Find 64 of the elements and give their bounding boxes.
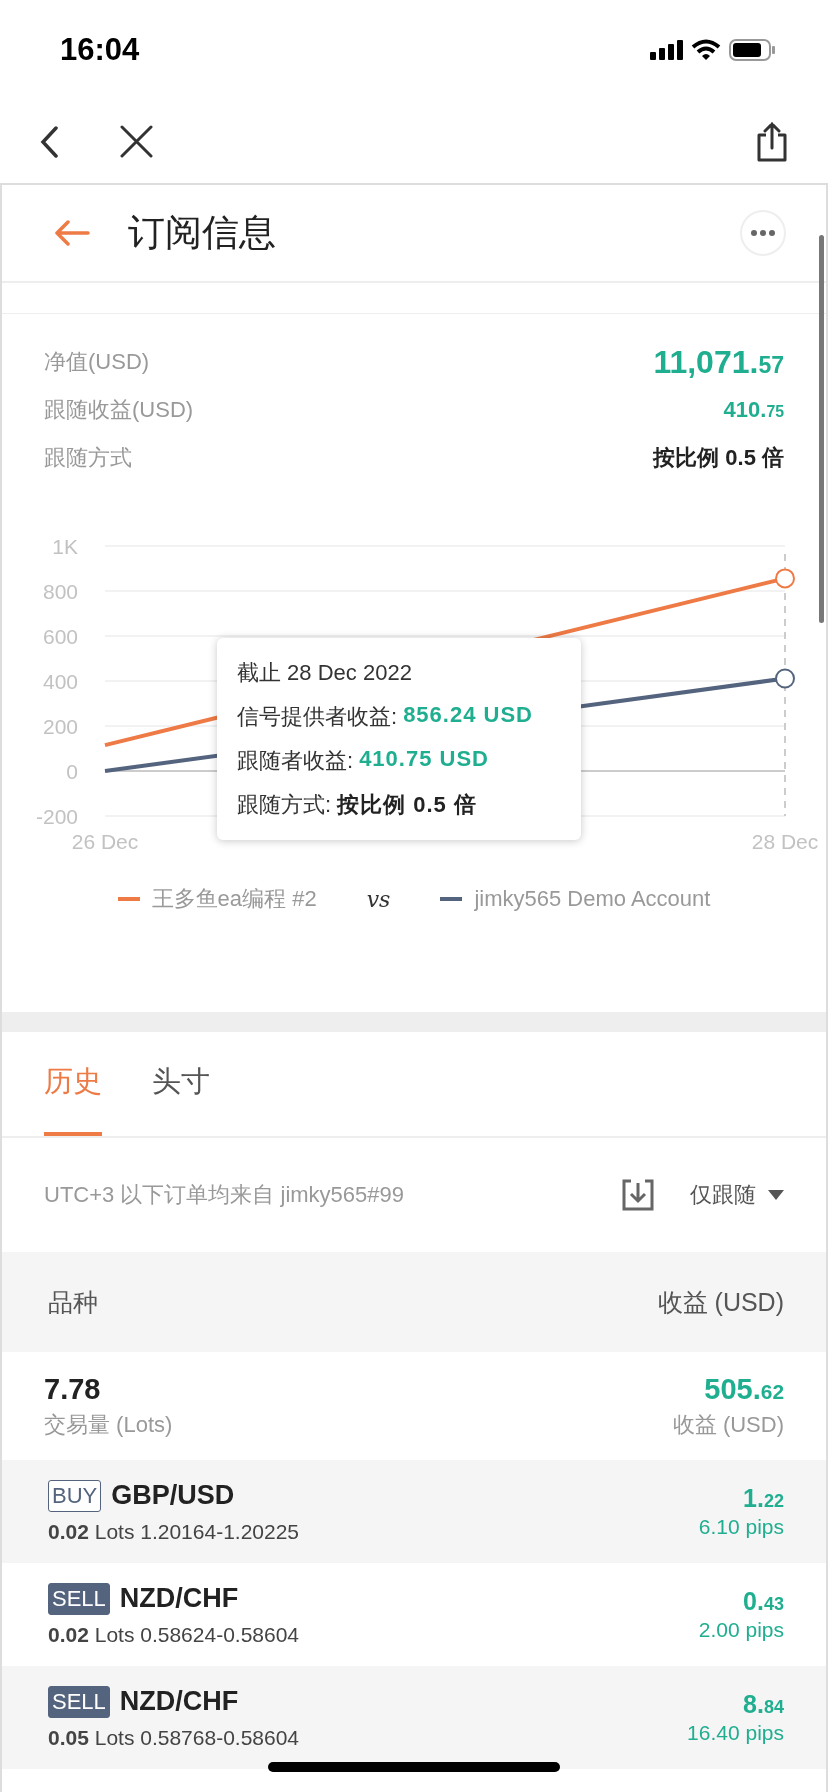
side-badge: SELL [48, 1685, 110, 1718]
trade-profit: 1.22 [743, 1484, 784, 1513]
y-axis-label: -200 [35, 805, 78, 828]
share-icon[interactable] [756, 121, 788, 162]
total-volume: 7.78 [44, 1372, 102, 1406]
trade-profit: 0.43 [743, 1587, 784, 1616]
side-badge: BUY [48, 1479, 102, 1512]
y-axis-label: 200 [42, 715, 78, 738]
tooltip-label: 跟随方式: [237, 791, 332, 819]
signal-icon [650, 40, 683, 60]
tab[interactable]: 头寸 [152, 1032, 210, 1136]
symbol: NZD/CHF [119, 1686, 239, 1717]
profit-label: 收益 (USD) [672, 1410, 784, 1439]
close-icon[interactable] [120, 125, 153, 158]
summary-value: 11,071.57 [653, 343, 784, 381]
back-arrow-icon[interactable] [54, 220, 90, 246]
download-icon[interactable] [622, 1179, 654, 1211]
legend-separator: vs [366, 886, 391, 912]
x-axis-label: 26 Dec [71, 830, 139, 853]
symbol: GBP/USD [111, 1480, 235, 1511]
trade-pips: 16.40 pips [687, 1721, 784, 1745]
legend-label: jimky565 Demo Account [474, 886, 711, 912]
more-icon [751, 230, 775, 236]
y-axis-label: 600 [42, 625, 78, 648]
trade-pips: 6.10 pips [698, 1515, 784, 1539]
wifi-icon [691, 39, 721, 61]
summary-value: 410.75 [723, 397, 784, 423]
back-icon[interactable] [40, 125, 60, 158]
timezone-note: UTC+3 以下订单均来自 jimky565#99 [44, 1181, 406, 1209]
x-axis-label: 28 Dec [751, 830, 819, 853]
legend-label: 王多鱼ea编程 #2 [151, 885, 317, 913]
trade-pips: 2.00 pips [698, 1618, 784, 1642]
total-profit: 505.62 [704, 1372, 784, 1406]
status-time: 16:04 [60, 32, 140, 68]
column-header: 收益 (USD) [657, 1286, 784, 1318]
tooltip-label: 跟随者收益: [237, 747, 354, 775]
filter-dropdown[interactable]: 仅跟随 [690, 1180, 784, 1210]
more-button[interactable] [740, 210, 786, 256]
y-axis-label: 1K [52, 535, 78, 558]
trade-detail: 0.02 Lots 0.58624-0.58604 [48, 1622, 300, 1647]
battery-icon [729, 39, 776, 61]
page-title: 订阅信息 [128, 211, 277, 255]
y-axis-label: 800 [42, 580, 78, 603]
point-marker [775, 668, 795, 689]
side-badge: SELL [48, 1582, 110, 1615]
y-axis-label: 400 [42, 670, 78, 693]
trade-detail: 0.05 Lots 0.58768-0.58604 [48, 1725, 300, 1750]
summary-label: 净值(USD) [44, 348, 150, 376]
trade-profit: 8.84 [743, 1690, 784, 1719]
tooltip-value: 410.75 USD [359, 746, 489, 773]
tooltip-value: 856.24 USD [403, 702, 533, 729]
summary-value: 按比例 0.5 倍 [653, 444, 784, 472]
caret-icon [768, 1190, 784, 1200]
point-marker [775, 568, 795, 589]
tooltip-value: 按比例 0.5 倍 [337, 791, 477, 819]
summary-label: 跟随方式 [44, 444, 132, 472]
tooltip-label: 信号提供者收益: [237, 703, 398, 731]
volume-label: 交易量 (Lots) [44, 1410, 173, 1439]
summary-label: 跟随收益(USD) [44, 396, 194, 424]
symbol: NZD/CHF [119, 1583, 239, 1614]
tooltip-title: 截止 28 Dec 2022 [237, 659, 413, 687]
column-header: 品种 [48, 1286, 98, 1318]
y-axis-label: 0 [66, 760, 78, 783]
trade-detail: 0.02 Lots 1.20164-1.20225 [48, 1519, 300, 1544]
